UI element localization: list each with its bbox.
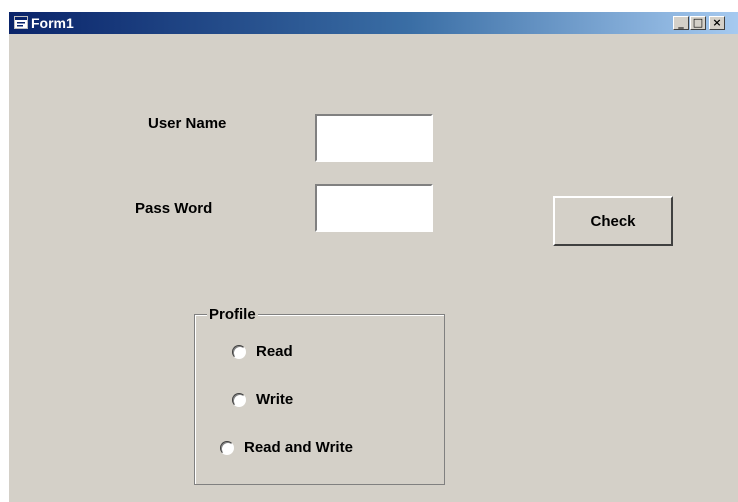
radio-read-and-write-label: Read and Write (244, 439, 353, 456)
close-icon: × (712, 16, 722, 29)
password-input[interactable] (315, 184, 433, 232)
minimize-icon: _ (678, 16, 684, 29)
minimize-button[interactable]: _ (673, 16, 689, 30)
password-label: Pass Word (135, 200, 213, 217)
check-button-label: Check (590, 212, 636, 230)
radio-button[interactable] (220, 440, 234, 455)
radio-read[interactable]: Read (232, 343, 293, 360)
maximize-icon: □ (692, 16, 704, 29)
close-button[interactable]: × (709, 16, 725, 30)
maximize-button[interactable]: □ (690, 16, 706, 30)
form1-window: Form1 _ □ × User Name Pass Word Check Pr… (8, 12, 738, 502)
form-window-icon (14, 16, 28, 29)
radio-button[interactable] (232, 344, 246, 359)
radio-read-label: Read (256, 343, 293, 360)
radio-write-label: Write (256, 391, 294, 408)
username-input[interactable] (315, 114, 433, 162)
desktop-edge (0, 12, 8, 502)
profile-legend: Profile (207, 306, 258, 323)
radio-write[interactable]: Write (232, 391, 293, 408)
check-button[interactable]: Check (553, 196, 673, 246)
radio-button[interactable] (232, 392, 246, 407)
title-bar[interactable]: Form1 _ □ × (9, 12, 738, 34)
profile-frame: Profile Read Write Read and Write (194, 306, 445, 485)
radio-read-and-write[interactable]: Read and Write (220, 439, 353, 456)
username-label: User Name (148, 115, 227, 132)
window-title: Form1 (31, 15, 74, 31)
